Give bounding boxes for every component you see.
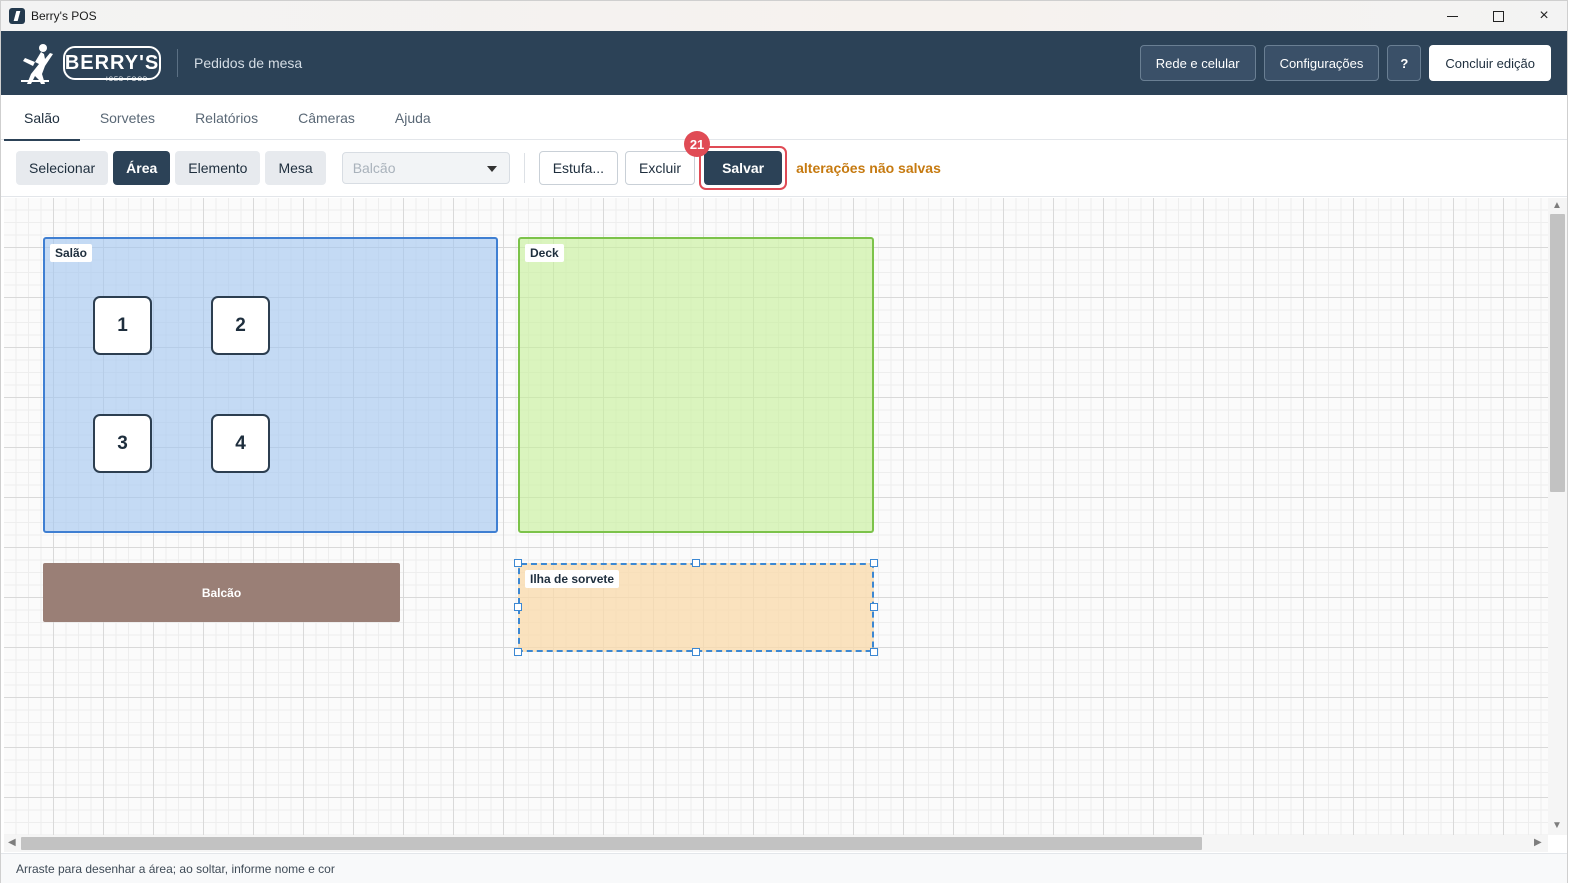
mascot-icon: [21, 44, 53, 84]
scroll-down-icon[interactable]: ▼: [1552, 820, 1562, 831]
scroll-up-icon[interactable]: ▲: [1552, 200, 1562, 211]
element-type-value: Balcão: [352, 160, 396, 176]
vertical-scrollbar[interactable]: ▲ ▼: [1548, 198, 1567, 835]
area-deck[interactable]: Deck: [518, 237, 874, 533]
area-label: Salão: [50, 244, 93, 262]
header-actions: Rede e celular Configurações ? Concluir …: [1139, 45, 1551, 81]
minimize-button[interactable]: [1429, 1, 1475, 31]
unsaved-count-badge: 21: [684, 131, 711, 157]
scroll-left-icon[interactable]: ◀: [8, 837, 16, 848]
area-label: Ilha de sorvete: [525, 570, 620, 588]
element-type-select[interactable]: Balcão: [341, 152, 510, 184]
save-highlight: 21 Salvar: [684, 131, 788, 190]
chevron-down-icon: [486, 166, 497, 172]
table-4[interactable]: 4: [211, 414, 270, 473]
toolbar-divider: [523, 153, 525, 183]
counter-element[interactable]: Balcão: [43, 563, 400, 622]
main-tabs: Salão Sorvetes Relatórios Câmeras Ajuda: [1, 95, 1567, 141]
area-salao[interactable]: Salão: [43, 237, 498, 533]
editor-toolbar: Selecionar Área Elemento Mesa Balcão Est…: [1, 131, 1567, 197]
tab-ajuda[interactable]: Ajuda: [375, 95, 451, 140]
area-ilha-de-sorvete[interactable]: Ilha de sorvete: [518, 563, 874, 652]
table-3[interactable]: 3: [93, 414, 152, 473]
resize-handle-ne[interactable]: [870, 559, 878, 567]
estufa-button[interactable]: Estufa...: [538, 151, 619, 185]
maximize-button[interactable]: [1475, 1, 1521, 31]
horizontal-scrollbar[interactable]: ◀ ▶: [4, 835, 1548, 852]
brand-wordmark: BERRY'S: [63, 46, 161, 80]
window-title: Berry's POS: [31, 9, 97, 23]
tab-salao[interactable]: Salão: [4, 95, 80, 141]
status-hint: Arraste para desenhar a área; ao soltar,…: [16, 861, 335, 876]
resize-handle-sw[interactable]: [514, 648, 522, 656]
resize-handle-s[interactable]: [692, 648, 700, 656]
close-icon: ×: [1539, 7, 1549, 24]
brand-tagline: ICED FOOD: [106, 77, 149, 83]
brand-logo: BERRY'S ICED FOOD: [17, 40, 161, 86]
area-label: Deck: [525, 244, 564, 262]
tool-table-button[interactable]: Mesa: [265, 151, 326, 185]
resize-handle-e[interactable]: [870, 603, 878, 611]
header-divider: [177, 49, 178, 77]
table-1[interactable]: 1: [93, 296, 152, 355]
settings-button[interactable]: Configurações: [1263, 45, 1380, 81]
tool-element-button[interactable]: Elemento: [175, 151, 261, 185]
window-controls: ×: [1429, 1, 1567, 31]
tool-select-button[interactable]: Selecionar: [16, 151, 109, 185]
scroll-right-icon[interactable]: ▶: [1534, 837, 1542, 848]
save-button[interactable]: Salvar: [704, 151, 783, 185]
tab-sorvetes[interactable]: Sorvetes: [80, 95, 175, 140]
resize-handle-se[interactable]: [870, 648, 878, 656]
unsaved-changes-label: alterações não salvas: [796, 160, 941, 176]
resize-handle-n[interactable]: [692, 559, 700, 567]
app-header: BERRY'S ICED FOOD Pedidos de mesa Rede e…: [1, 31, 1567, 95]
finish-editing-button[interactable]: Concluir edição: [1429, 45, 1551, 81]
app-window: Berry's POS × BERRY'S ICED FOOD Pedidos …: [0, 0, 1568, 883]
delete-button[interactable]: Excluir: [625, 151, 696, 185]
resize-handle-nw[interactable]: [514, 559, 522, 567]
maximize-icon: [1492, 10, 1504, 22]
title-bar: Berry's POS ×: [1, 1, 1567, 31]
vertical-scroll-thumb[interactable]: [1550, 214, 1565, 492]
page-subtitle: Pedidos de mesa: [194, 55, 303, 71]
horizontal-scroll-thumb[interactable]: [21, 837, 1202, 850]
app-logo-icon: [9, 8, 25, 24]
network-button[interactable]: Rede e celular: [1139, 45, 1256, 81]
tab-cameras[interactable]: Câmeras: [278, 95, 375, 140]
table-2[interactable]: 2: [211, 296, 270, 355]
resize-handle-w[interactable]: [514, 603, 522, 611]
status-bar: Arraste para desenhar a área; ao soltar,…: [1, 853, 1567, 883]
help-button[interactable]: ?: [1387, 45, 1422, 81]
tab-relatorios[interactable]: Relatórios: [175, 95, 278, 140]
brand-name: BERRY'S: [64, 52, 160, 74]
floor-plan-canvas[interactable]: Salão Deck 1 2 3 4 Balcão Ilha de sorvet…: [4, 198, 1548, 835]
minimize-icon: [1446, 15, 1458, 17]
close-button[interactable]: ×: [1521, 1, 1567, 31]
tool-area-button[interactable]: Área: [113, 151, 171, 185]
